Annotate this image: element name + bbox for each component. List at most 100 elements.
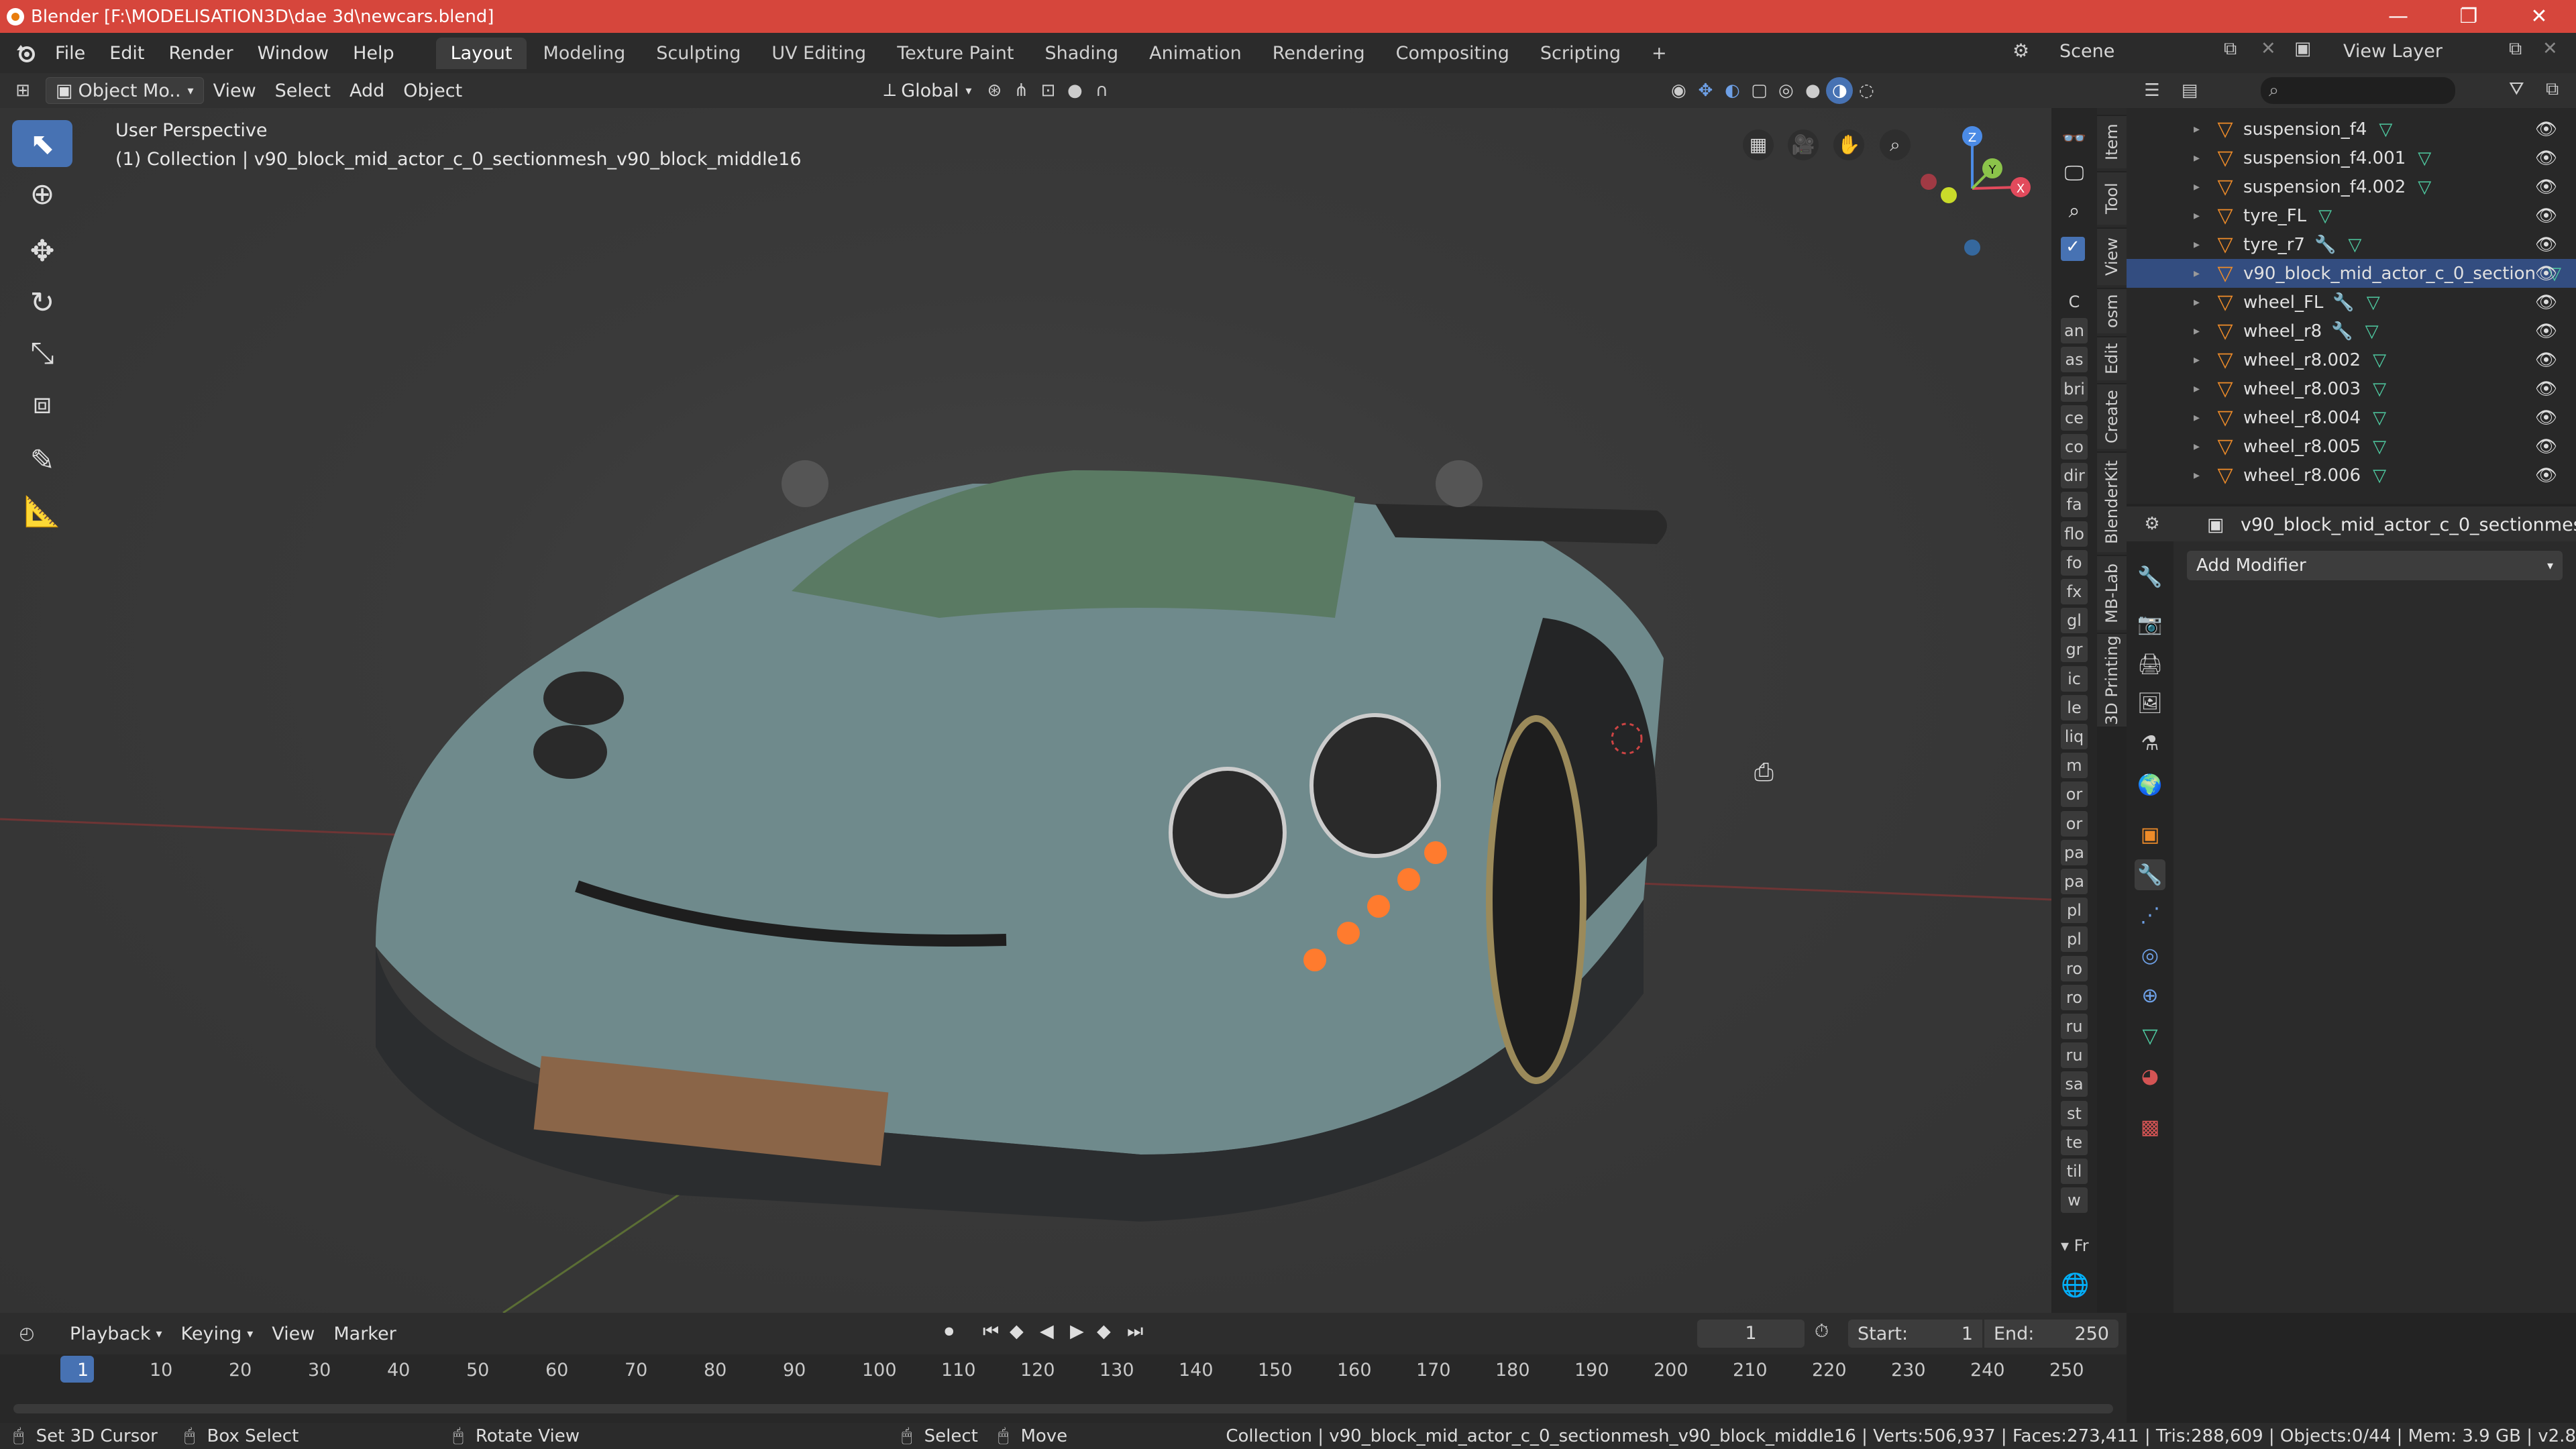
visibility-icon[interactable]: ◉ (1665, 77, 1692, 104)
addon-label[interactable]: flo (2061, 521, 2088, 547)
addon-label[interactable]: w (2061, 1187, 2088, 1214)
new-scene-icon[interactable]: ⧉ (2224, 38, 2237, 60)
mesh-data-props-icon[interactable]: ▽ (2135, 1020, 2165, 1051)
addon-label[interactable]: ru (2061, 1042, 2088, 1069)
sidebar-tab-item[interactable]: Item (2097, 115, 2127, 168)
mesh-data-icon[interactable]: ▽ (2379, 119, 2392, 140)
addon-label[interactable]: or (2061, 810, 2088, 837)
addon-label[interactable]: co (2061, 434, 2088, 460)
outliner-row[interactable]: ▸ ▽ suspension_f4.001 ▽ 👁 (2127, 144, 2576, 172)
addon-label[interactable]: fo (2061, 549, 2088, 576)
outliner-search-input[interactable]: ⌕ (2261, 77, 2455, 104)
addon-label[interactable]: as (2061, 347, 2088, 373)
outliner-row[interactable]: ▸ ▽ suspension_f4 ▽ 👁 (2127, 115, 2576, 144)
addon-label[interactable]: gr (2061, 637, 2088, 663)
scale-tool-icon[interactable]: ⤡ (12, 329, 72, 376)
addon-label[interactable]: st (2061, 1100, 2088, 1126)
particles-props-icon[interactable]: ⋰ (2135, 900, 2165, 930)
sidebar-tab-edit[interactable]: Edit (2097, 336, 2127, 380)
outliner-row[interactable]: ▸ ▽ wheel_r8.005 ▽ 👁 (2127, 432, 2576, 461)
addon-label[interactable]: ce (2061, 405, 2088, 431)
display-mode-icon[interactable]: ▤ (2176, 77, 2203, 104)
visibility-eye-icon[interactable]: 👁 (2535, 437, 2557, 457)
cursor-tool-icon[interactable]: ⊕ (12, 170, 72, 217)
visibility-eye-icon[interactable]: 👁 (2535, 350, 2557, 370)
addon-label[interactable]: sa (2061, 1071, 2088, 1097)
view-layer-props-icon[interactable]: 🖼 (2135, 688, 2165, 718)
delete-view-layer-icon[interactable]: ✕ (2542, 38, 2558, 59)
expand-arrow-icon[interactable]: ▸ (2194, 180, 2207, 194)
mode-dropdown[interactable]: ▣ Object Mo.. ▾ (46, 77, 204, 104)
constraints-props-icon[interactable]: ⊕ (2135, 980, 2165, 1011)
transform-tool-icon[interactable]: ⧈ (12, 380, 72, 427)
jump-start-button[interactable]: ⏮ (983, 1321, 999, 1342)
addon-label[interactable]: fx (2061, 579, 2088, 604)
sidebar-tab-osm[interactable]: osm (2097, 288, 2127, 333)
snap-icon[interactable]: ⋔ (1008, 77, 1034, 104)
modifier-wrench-icon[interactable]: 🔧 (2314, 235, 2336, 255)
mesh-data-icon[interactable]: ▽ (2348, 235, 2361, 255)
play-button[interactable]: ▶ (1070, 1321, 1084, 1342)
addon-label[interactable]: ru (2061, 1014, 2088, 1039)
new-view-layer-icon[interactable]: ⧉ (2509, 38, 2522, 60)
menu-playback[interactable]: Playback ▾ (60, 1320, 172, 1347)
scene-props-icon[interactable]: ⚗ (2135, 728, 2165, 759)
xray-icon[interactable]: ▢ (1746, 77, 1772, 104)
expand-arrow-icon[interactable]: ▸ (2194, 295, 2207, 309)
properties-editor-icon[interactable]: ⚙ (2139, 511, 2165, 537)
rendered-shading-icon[interactable]: ◌ (1853, 77, 1880, 104)
record-button[interactable]: ⏺ (945, 1321, 954, 1342)
tab-compositing[interactable]: Compositing (1381, 38, 1524, 69)
addon-label[interactable]: or (2061, 782, 2088, 808)
sidebar-tab-blenderkit[interactable]: BlenderKit (2097, 451, 2127, 552)
addon-label[interactable]: bri (2061, 376, 2088, 402)
addon-label[interactable]: m (2061, 753, 2088, 779)
delete-scene-icon[interactable]: ✕ (2261, 38, 2276, 59)
play-reverse-button[interactable]: ◀ (1040, 1321, 1054, 1342)
close-button[interactable]: ✕ (2502, 0, 2576, 33)
menu-add[interactable]: Add (340, 77, 394, 104)
outliner-row[interactable]: ▸ ▽ suspension_f4.002 ▽ 👁 (2127, 172, 2576, 201)
render-props-icon[interactable]: 📷 (2135, 608, 2165, 639)
timeline[interactable]: 1 10 20 30 40 50 60 70 80 90 100 110 120 130 140 150 160… (0, 1354, 2127, 1423)
overlay-icon[interactable]: ◐ (1719, 77, 1746, 104)
solid-shading-icon[interactable]: ● (1799, 77, 1826, 104)
jump-end-button[interactable]: ⏭ (1127, 1321, 1143, 1342)
prev-keyframe-button[interactable]: ◆ (1010, 1321, 1024, 1342)
expand-arrow-icon[interactable]: ▸ (2194, 353, 2207, 367)
snap-target-icon[interactable]: ⊡ (1034, 77, 1061, 104)
texture-props-icon[interactable]: ▩ (2135, 1112, 2165, 1142)
outliner-row[interactable]: ▸ ▽ wheel_r8.004 ▽ 👁 (2127, 403, 2576, 432)
filter-icon[interactable]: ⛛ (2509, 78, 2524, 100)
visibility-eye-icon[interactable]: 👁 (2535, 292, 2557, 313)
addon-label[interactable]: le (2061, 694, 2088, 720)
outliner-row[interactable]: ▸ ▽ wheel_r8.003 ▽ 👁 (2127, 374, 2576, 403)
outliner-row[interactable]: ▸ ▽ wheel_r8.006 ▽ 👁 (2127, 461, 2576, 490)
new-collection-icon[interactable]: ⧉ (2546, 78, 2559, 100)
physics-props-icon[interactable]: ◎ (2135, 940, 2165, 971)
outliner-editor-icon[interactable]: ☰ (2139, 77, 2165, 104)
addon-label[interactable]: fa (2061, 492, 2088, 518)
mesh-data-icon[interactable]: ▽ (2418, 177, 2431, 197)
expand-arrow-icon[interactable]: ▸ (2194, 237, 2207, 252)
addon-view-icon[interactable]: 👓 (2058, 127, 2090, 159)
expand-arrow-icon[interactable]: ▸ (2194, 411, 2207, 425)
menu-render[interactable]: Render (156, 43, 245, 64)
addon-label[interactable]: liq (2061, 724, 2088, 749)
outliner-row[interactable]: ▸ ▽ wheel_r8 🔧 ▽ 👁 (2127, 317, 2576, 345)
mesh-data-icon[interactable]: ▽ (2365, 321, 2379, 341)
tab-rendering[interactable]: Rendering (1258, 38, 1380, 69)
mesh-data-icon[interactable]: ▽ (2373, 466, 2386, 486)
addon-label[interactable]: ic (2061, 665, 2088, 692)
tab-shading[interactable]: Shading (1030, 38, 1133, 69)
expand-arrow-icon[interactable]: ▸ (2194, 382, 2207, 396)
tab-texture-paint[interactable]: Texture Paint (882, 38, 1028, 69)
visibility-eye-icon[interactable]: 👁 (2535, 379, 2557, 399)
timeline-editor-icon[interactable]: ◴ (13, 1320, 40, 1347)
tab-sculpting[interactable]: Sculpting (641, 38, 755, 69)
modifier-props-icon[interactable]: 🔧 (2135, 859, 2165, 890)
sidebar-tab-create[interactable]: Create (2097, 383, 2127, 449)
menu-timeline-view[interactable]: View (262, 1320, 324, 1347)
measure-tool-icon[interactable]: 📐 (12, 488, 72, 535)
menu-window[interactable]: Window (246, 43, 341, 64)
